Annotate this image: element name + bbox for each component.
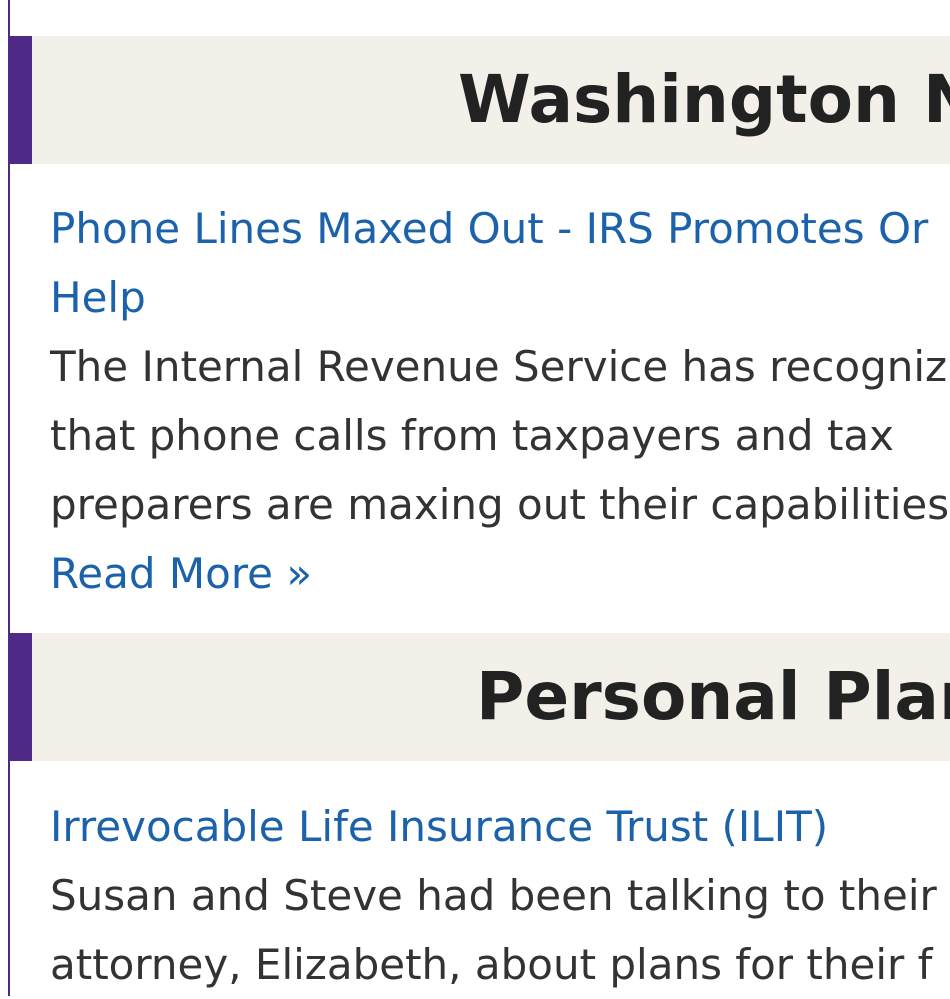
section-accent-bar bbox=[8, 36, 32, 164]
article-excerpt-line: that phone calls from taxpayers and tax bbox=[50, 411, 894, 460]
article-excerpt-line: attorney, Elizabeth, about plans for the… bbox=[50, 940, 933, 989]
section-accent-bar bbox=[8, 633, 32, 761]
article-personal-planning: Irrevocable Life Insurance Trust (ILIT) … bbox=[50, 792, 950, 999]
section-header-personal-planning: Personal Plar bbox=[8, 633, 950, 761]
article-excerpt-line: Susan and Steve had been talking to thei… bbox=[50, 871, 937, 920]
section-header-washington: Washington N bbox=[8, 36, 950, 164]
article-excerpt-line: preparers are maxing out their capabilit… bbox=[50, 480, 950, 529]
article-headline-link-continued[interactable]: Help bbox=[50, 263, 950, 332]
read-more-link[interactable]: Read More » bbox=[50, 539, 950, 608]
article-headline-link[interactable]: Phone Lines Maxed Out - IRS Promotes Or bbox=[50, 194, 950, 263]
article-excerpt-line: The Internal Revenue Service has recogni… bbox=[50, 342, 948, 391]
section-title: Washington N bbox=[458, 61, 950, 138]
article-washington: Phone Lines Maxed Out - IRS Promotes Or … bbox=[50, 194, 950, 608]
article-headline-link[interactable]: Irrevocable Life Insurance Trust (ILIT) bbox=[50, 792, 950, 861]
section-title: Personal Plar bbox=[476, 658, 950, 735]
